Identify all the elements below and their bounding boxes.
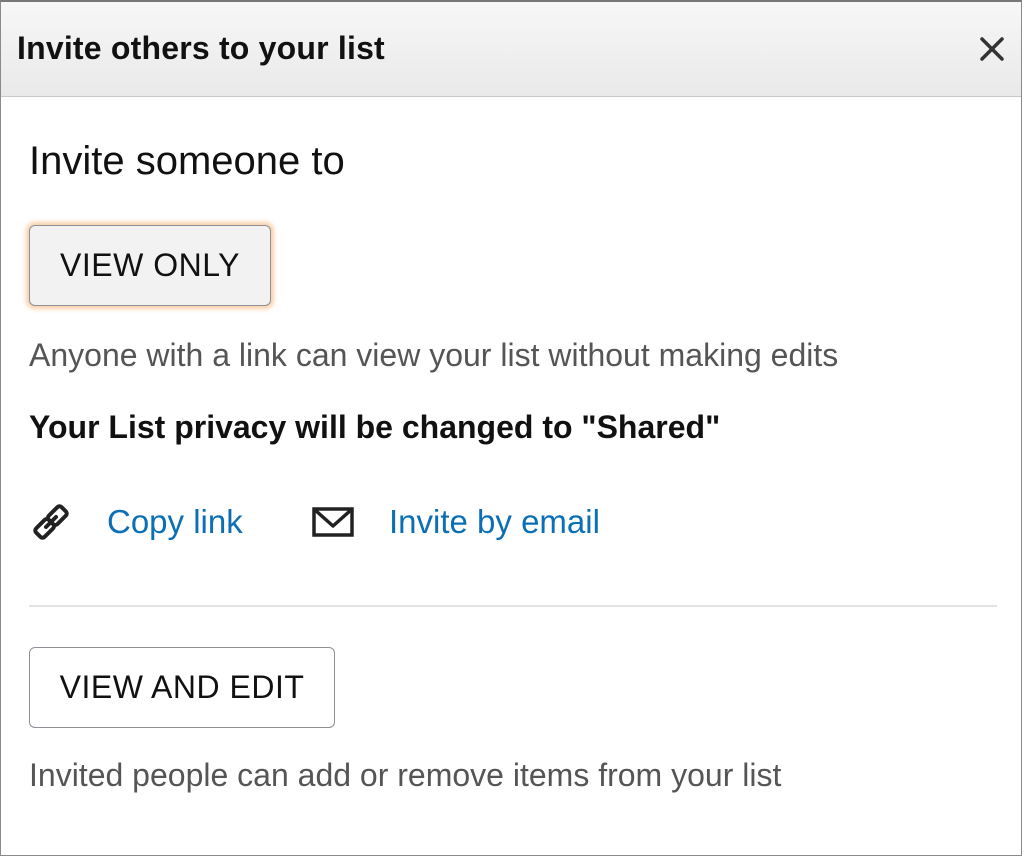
copy-link-action[interactable]: Copy link [29,497,243,547]
view-only-button[interactable]: VIEW ONLY [29,225,271,306]
section-divider [29,605,997,607]
envelope-icon [311,500,355,544]
privacy-note: Your List privacy will be changed to "Sh… [29,409,721,445]
dialog-title: Invite others to your list [17,30,385,66]
dialog-header: Invite others to your list [1,2,1021,97]
invite-heading: Invite someone to [29,139,345,183]
link-icon [29,500,73,544]
view-and-edit-description: Invited people can add or remove items f… [29,757,782,793]
invite-email-action[interactable]: Invite by email [311,497,600,547]
share-actions: Copy link Invite by email [29,497,729,547]
view-and-edit-button[interactable]: VIEW AND EDIT [29,647,335,728]
invite-email-label: Invite by email [389,503,600,540]
close-icon[interactable] [977,34,1007,64]
copy-link-label: Copy link [107,503,243,540]
view-only-description: Anyone with a link can view your list wi… [29,337,839,373]
invite-dialog: Invite others to your list Invite someon… [0,0,1022,856]
